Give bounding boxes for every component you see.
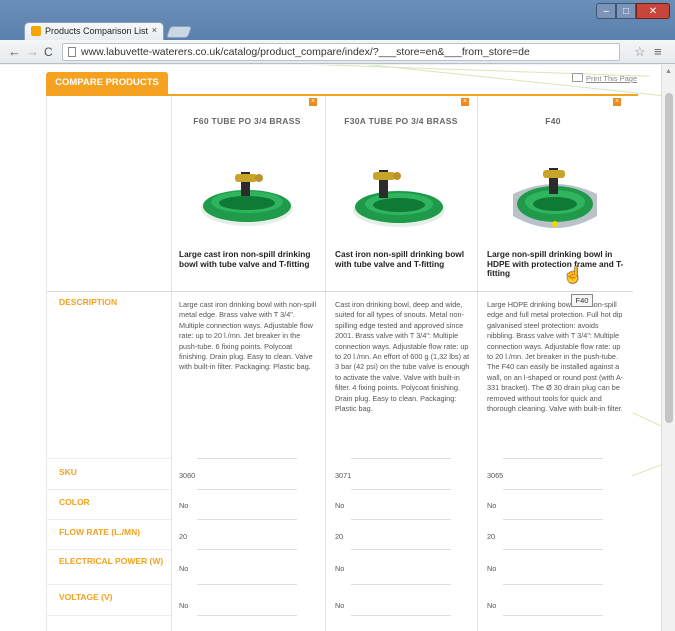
attribute-label-description: DESCRIPTION [59,297,118,307]
cell-divider [503,519,603,520]
product-color: No [487,501,497,510]
cell-divider [351,584,451,585]
product-flow-rate: 20 [487,532,496,541]
column-divider [171,96,172,631]
cell-divider [503,489,603,490]
product-color: No [335,501,345,510]
cell-divider [197,584,297,585]
scroll-thumb[interactable] [665,93,673,423]
product-description: Large HDPE drinking bowl with non-spill … [487,300,624,414]
background-line [631,454,661,477]
back-arrow-icon[interactable]: ← [8,44,21,59]
product-image[interactable] [505,164,605,244]
cell-divider [197,519,297,520]
row-divider [47,291,633,292]
forward-arrow-icon[interactable]: → [26,44,39,59]
product-title[interactable]: Cast iron non-spill drinking bowl with t… [335,249,473,269]
cell-divider [503,584,603,585]
page-viewport: COMPARE PRODUCTS Print This Page × × × F… [0,65,661,631]
remove-product-button[interactable]: × [613,98,621,106]
cell-divider [197,615,297,616]
tab-title: Products Comparison List [45,26,149,36]
product-voltage: No [487,601,497,610]
attribute-label-color: COLOR [59,497,90,507]
address-bar[interactable]: www.labuvette-waterers.co.uk/catalog/pro… [62,43,620,61]
attribute-label-flow-rate: FLOW RATE (L./MN) [59,527,141,537]
cell-divider [351,519,451,520]
scroll-up-arrow-icon[interactable]: ▲ [665,68,672,75]
browser-toolbar: ← → C www.labuvette-waterers.co.uk/catal… [0,40,675,64]
menu-icon[interactable]: ≡ [654,44,662,59]
product-name[interactable]: F40 [483,116,623,126]
print-page-link[interactable]: Print This Page [572,73,638,83]
product-description: Cast iron drinking bowl, deep and wide, … [335,300,470,414]
cell-divider [351,615,451,616]
attribute-divider [47,584,171,585]
attribute-divider [47,489,171,490]
cell-divider [197,458,297,459]
attribute-label-sku: SKU [59,467,77,477]
cell-divider [503,615,603,616]
reload-icon[interactable]: C [44,45,53,59]
product-sku: 3071 [335,471,352,480]
attribute-label-electrical-power: ELECTRICAL POWER (W) [59,556,164,566]
cell-divider [197,549,297,550]
column-divider [477,96,478,631]
attribute-label-voltage: VOLTAGE (V) [59,592,113,602]
tab-close-icon[interactable]: × [152,25,157,35]
cell-divider [503,549,603,550]
product-name[interactable]: F60 TUBE PO 3/4 BRASS [177,116,317,126]
compare-products-tab[interactable]: COMPARE PRODUCTS [46,72,168,94]
cell-divider [351,549,451,550]
close-window-button[interactable]: ✕ [636,3,670,19]
minimize-button[interactable]: – [596,3,616,19]
cell-divider [197,489,297,490]
product-color: No [179,501,189,510]
hand-cursor-icon: ☝ [563,267,583,284]
product-electrical-power: No [487,564,497,573]
column-divider [325,96,326,631]
attribute-divider [47,615,171,616]
product-image[interactable] [349,164,449,234]
favicon-icon [31,26,41,36]
product-electrical-power: No [335,564,345,573]
product-title[interactable]: Large cast iron non-spill drinking bowl … [179,249,317,269]
product-voltage: No [179,601,189,610]
background-line [632,412,661,439]
cell-divider [503,458,603,459]
image-tooltip: F40 [571,294,593,307]
remove-product-button[interactable]: × [309,98,317,106]
product-name[interactable]: F30A TUBE PO 3/4 BRASS [331,116,471,126]
product-description: Large cast iron drinking bowl with non-s… [179,300,317,372]
attribute-divider [47,549,171,550]
url-text: www.labuvette-waterers.co.uk/catalog/pro… [81,46,530,58]
remove-product-button[interactable]: × [461,98,469,106]
product-title[interactable]: Large non-spill drinking bowl in HDPE wi… [487,249,625,279]
cell-divider [351,489,451,490]
attribute-divider [47,519,171,520]
product-flow-rate: 20 [179,532,188,541]
new-tab-button[interactable] [165,26,193,38]
browser-titlebar: Products Comparison List × – □ ✕ [0,0,675,40]
product-flow-rate: 20 [335,532,344,541]
maximize-button[interactable]: □ [616,3,636,19]
cell-divider [351,458,451,459]
comparison-table: × × × F60 TUBE PO 3/4 BRASS F30A TUBE PO… [46,96,633,631]
product-image[interactable] [197,164,297,234]
page-icon [68,47,76,57]
product-sku: 3065 [487,471,504,480]
product-electrical-power: No [179,564,189,573]
printer-icon [572,73,583,82]
bookmark-star-icon[interactable]: ☆ [634,44,646,60]
print-link-label: Print This Page [586,74,638,83]
product-sku: 3060 [179,471,196,480]
browser-tab[interactable]: Products Comparison List × [24,22,164,40]
vertical-scrollbar[interactable]: ▲ [661,65,675,631]
attribute-divider [47,458,171,459]
product-voltage: No [335,601,345,610]
